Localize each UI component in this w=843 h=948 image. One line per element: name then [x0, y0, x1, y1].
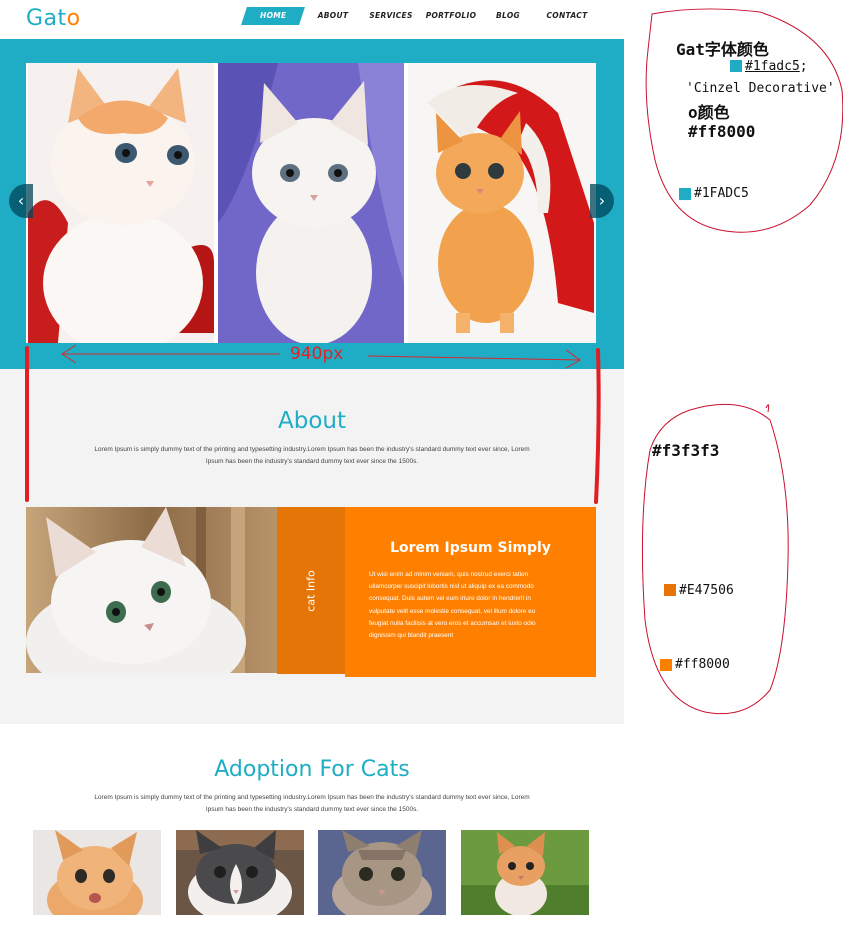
info-card: Lorem Ipsum Simply Ut wisi enim ad minim…	[345, 507, 596, 677]
info-text-line: vulputate velit esse molestie consequat,…	[369, 607, 536, 615]
info-text-line: dignissim qui blandit praesent	[369, 632, 454, 640]
o-color-label: o颜色	[688, 103, 730, 122]
logo-gat: Gat	[26, 6, 67, 31]
o-color-value: #ff8000	[688, 122, 756, 141]
info-title: Lorem Ipsum Simply	[390, 540, 551, 556]
adoption-text-line-1: Lorem Ipsum is simply dummy text of the …	[94, 794, 530, 801]
info-text: Ut wisi enim ad minim veniam, quis nostr…	[369, 569, 581, 642]
adoption-cat-photo-4[interactable]	[461, 830, 589, 915]
adoption-title: Adoption For Cats	[214, 757, 410, 782]
info-tab-label: cat Info	[304, 569, 318, 612]
font-name-note: 'Cinzel Decorative'	[686, 81, 835, 96]
slide-image-3	[408, 63, 596, 343]
nav-contact[interactable]: CONTACT	[542, 7, 592, 25]
nav-home[interactable]: HOME	[241, 7, 305, 25]
swatch-e47506-label: #E47506	[679, 583, 734, 598]
swatch-1fadc5	[730, 60, 742, 72]
info-text-line: ullamcorper suscipit lobortis nisl ut al…	[369, 583, 534, 591]
about-text-line-1: Lorem Ipsum is simply dummy text of the …	[94, 446, 530, 453]
nav-blog[interactable]: BLOG	[490, 7, 526, 25]
info-tab[interactable]: cat Info	[277, 507, 345, 674]
nav-about[interactable]: ABOUT	[310, 7, 356, 25]
slide-image-2	[218, 63, 404, 343]
slide-image-1	[28, 63, 214, 343]
logo[interactable]: Gato	[26, 6, 81, 31]
gat-color-code: #1fadc5;	[745, 59, 808, 74]
chevron-left-icon: ‹	[17, 191, 25, 210]
about-title: About	[277, 408, 346, 434]
width-label: 940px	[290, 344, 344, 364]
adoption-text-line-2: Ipsum has been the industry's standard d…	[205, 806, 419, 813]
about-text-line-2: Ipsum has been the industry's standard d…	[205, 458, 419, 465]
nav-services[interactable]: SERVICES	[366, 7, 416, 25]
info-text-line: consequat. Duis autem vel eum iriure dol…	[369, 595, 531, 603]
info-cat-photo	[26, 507, 277, 673]
swatch-1fadc5-upper-label: #1FADC5	[694, 186, 749, 201]
nav-portfolio[interactable]: PORTFOLIO	[424, 7, 478, 25]
adoption-cat-photo-1[interactable]	[33, 830, 161, 915]
gat-color-label: Gat字体颜色	[676, 40, 769, 59]
logo-o: o	[66, 6, 81, 31]
bg-color-note: #f3f3f3	[652, 441, 720, 460]
chevron-right-icon: ›	[598, 191, 606, 210]
adoption-cat-photo-2[interactable]	[176, 830, 304, 915]
swatch-ff8000-label: #ff8000	[675, 657, 730, 672]
info-text-line: feugiat nulla facilisis at vero eros et …	[369, 619, 536, 627]
swatch-e47506	[664, 584, 676, 596]
info-text-line: Ut wisi enim ad minim veniam, quis nostr…	[369, 571, 529, 578]
swatch-ff8000	[660, 659, 672, 671]
adoption-cat-photo-3[interactable]	[318, 830, 446, 915]
main-nav: HOME ABOUT SERVICES PORTFOLIO BLOG CONTA…	[241, 7, 604, 25]
swatch-1fadc5-upper	[679, 188, 691, 200]
